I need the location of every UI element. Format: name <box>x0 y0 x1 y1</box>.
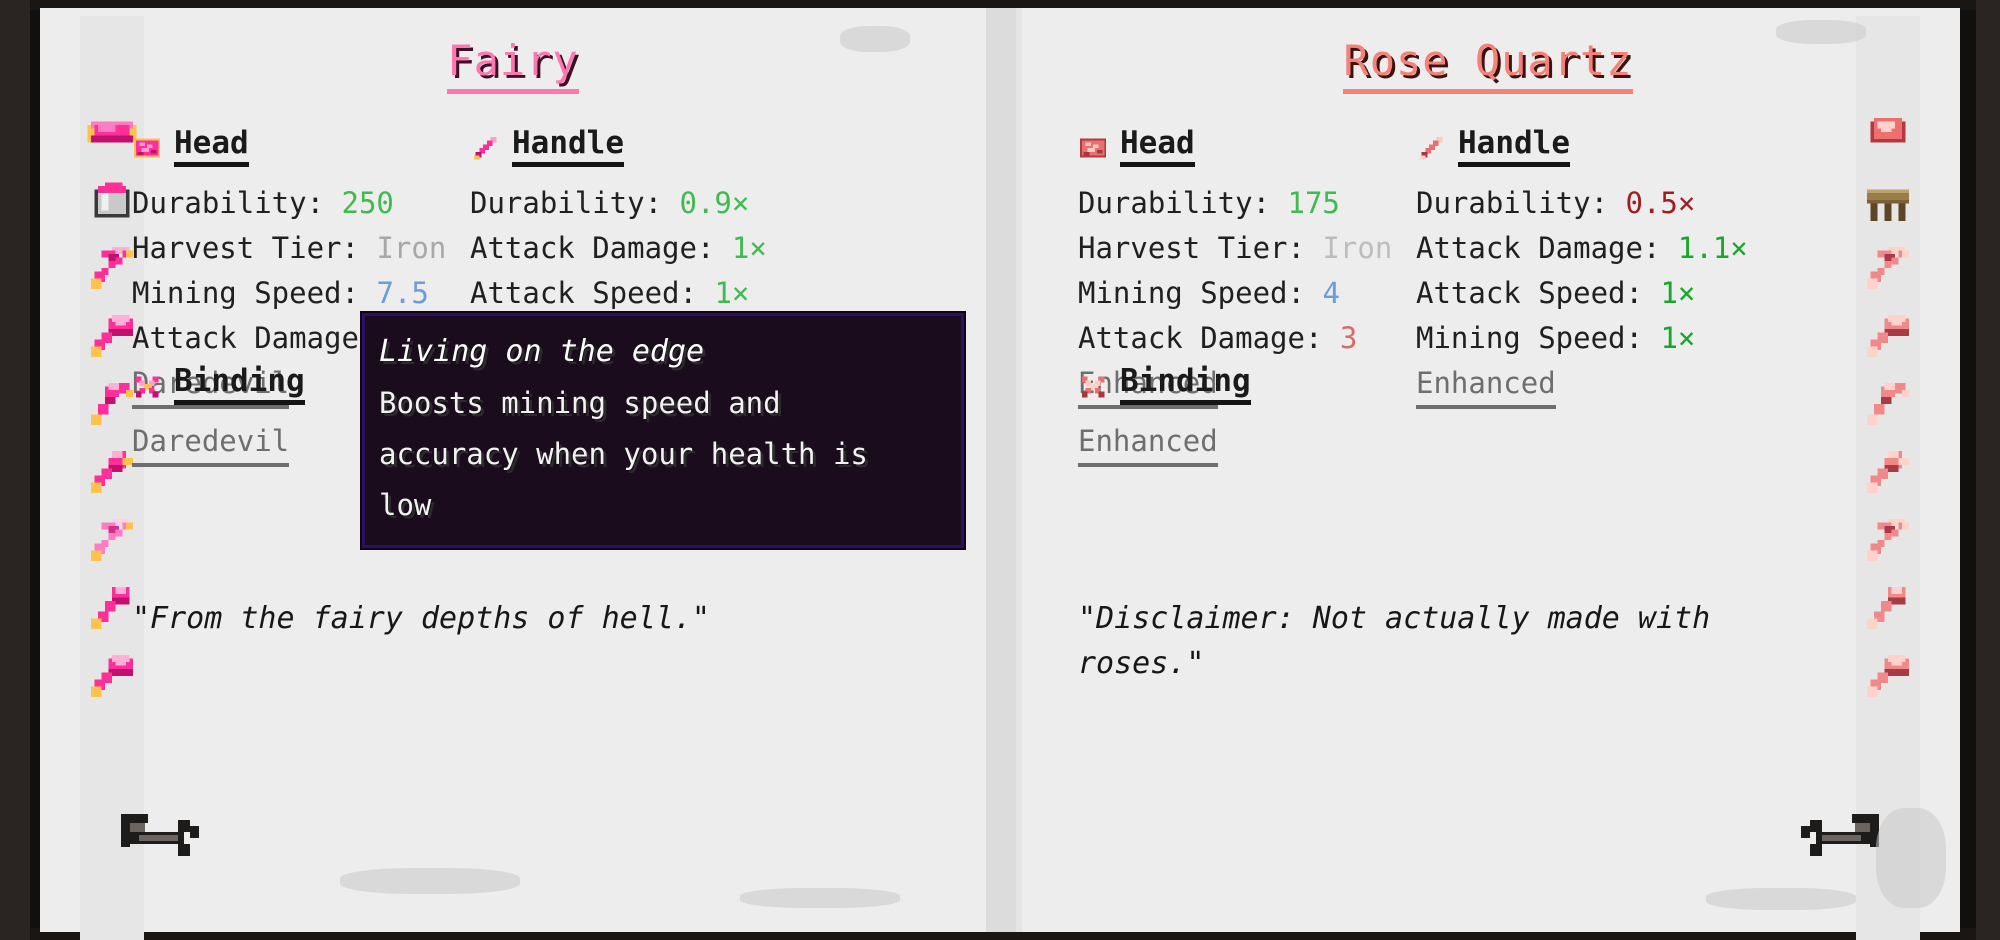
book-frame-left <box>0 0 30 940</box>
page-title-text: Fairy <box>447 36 579 94</box>
binding-icon <box>1078 371 1108 401</box>
stat-row: Attack Damage: 1.1× <box>1416 226 1748 271</box>
stat-label: Durability: <box>1078 186 1288 220</box>
stat-value: 0.9× <box>679 186 750 220</box>
part-column-handle: Handle Durability: 0.5× Attack Damage: 1.1… <box>1416 128 1748 409</box>
stat-value: 3 <box>1339 321 1358 355</box>
trait-name[interactable]: Enhanced <box>1078 419 1218 467</box>
stat-label: Attack Damage: <box>1078 321 1340 355</box>
stat-label: Harvest Tier: <box>1078 231 1323 265</box>
next-page-arrow[interactable] <box>1792 802 1888 862</box>
tool-handle-icon <box>1416 133 1446 163</box>
binding-header: Binding <box>132 366 305 405</box>
stat-value: Iron <box>376 231 447 265</box>
page-fold-left <box>978 8 986 932</box>
stat-label: Mining Speed: <box>1078 276 1323 310</box>
paper-smudge <box>1876 808 1946 908</box>
part-title: Head <box>1120 128 1195 167</box>
tooltip-title: Living on the edge <box>379 334 705 369</box>
stat-row: Attack Damage: 1× <box>470 226 802 271</box>
stat-value: 175 <box>1287 186 1340 220</box>
binding-section: Binding Daredevil <box>132 366 305 467</box>
stat-value: 1.1× <box>1677 231 1748 265</box>
page-title-text: Rose Quartz <box>1343 36 1633 94</box>
trait-tooltip: Living on the edge Boosts mining speed a… <box>360 311 966 550</box>
stat-label: Attack Damage: <box>132 321 394 355</box>
stat-row: Attack Damage: 3 <box>1078 316 1392 361</box>
trait-row: Enhanced <box>1416 361 1748 409</box>
stat-row: Harvest Tier: Iron <box>1078 226 1392 271</box>
stat-value: 0.5× <box>1625 186 1696 220</box>
stat-value: 1× <box>714 276 750 310</box>
stat-row: Durability: 175 <box>1078 181 1392 226</box>
stat-label: Mining Speed: <box>132 276 377 310</box>
book-frame-right <box>1976 0 2000 940</box>
stat-value: 1× <box>731 231 767 265</box>
binding-section: Binding Enhanced <box>1078 366 1251 467</box>
binding-title: Binding <box>174 366 305 405</box>
stat-label: Mining Speed: <box>1416 321 1661 355</box>
part-header: Head <box>1078 128 1392 167</box>
part-title: Handle <box>512 128 624 167</box>
stat-value: 1× <box>1660 276 1696 310</box>
part-header: Handle <box>1416 128 1748 167</box>
stat-label: Attack Speed: <box>1416 276 1661 310</box>
stat-value: Iron <box>1322 231 1393 265</box>
tooltip-line: accuracy when your health is <box>379 437 868 471</box>
stat-row: Durability: 0.9× <box>470 181 802 226</box>
stat-row: Attack Speed: 1× <box>1416 271 1748 316</box>
stat-label: Harvest Tier: <box>132 231 377 265</box>
stat-row: Mining Speed: 7.5 <box>132 271 446 316</box>
tool-head-icon <box>1078 133 1108 163</box>
trait-name[interactable]: Daredevil <box>132 419 290 467</box>
part-header: Head <box>132 128 446 167</box>
material-book: Fairy Head Durability: 250 Harvest Tier: Ir… <box>0 0 2000 940</box>
stat-row: Durability: 250 <box>132 181 446 226</box>
tooltip-line: low <box>379 488 432 522</box>
paper-smudge <box>840 26 910 52</box>
stat-row: Mining Speed: 4 <box>1078 271 1392 316</box>
stat-value: 4 <box>1322 276 1340 310</box>
flavor-text: "Disclaimer: Not actually made with roses… <box>1078 596 1878 686</box>
book-spine <box>986 8 1016 932</box>
stat-label: Attack Damage: <box>470 231 732 265</box>
stat-row: Harvest Tier: Iron <box>132 226 446 271</box>
trait-name[interactable]: Enhanced <box>1416 361 1556 409</box>
paper-smudge <box>740 888 900 908</box>
stat-label: Attack Speed: <box>470 276 715 310</box>
paper-smudge <box>340 868 520 894</box>
book-page-right: Rose Quartz Head Durability: 175 Harvest Ti… <box>1016 8 1960 940</box>
stat-value: 7.5 <box>376 276 429 310</box>
stat-label: Durability: <box>132 186 342 220</box>
trait-row: Daredevil <box>132 419 305 467</box>
previous-page-arrow[interactable] <box>112 802 208 862</box>
stat-label: Durability: <box>470 186 680 220</box>
stat-row: Attack Speed: 1× <box>470 271 802 316</box>
tool-handle-icon <box>470 133 500 163</box>
flavor-line: roses." <box>1078 646 1205 681</box>
stat-label: Durability: <box>1416 186 1626 220</box>
part-header: Handle <box>470 128 802 167</box>
flavor-line: "From the fairy depths of hell." <box>132 601 710 636</box>
tooltip-line: Boosts mining speed and <box>379 386 781 420</box>
paper-smudge <box>1776 20 1866 44</box>
stat-row: Durability: 0.5× <box>1416 181 1748 226</box>
part-title: Head <box>174 128 249 167</box>
stat-row: Mining Speed: 1× <box>1416 316 1748 361</box>
part-title: Handle <box>1458 128 1570 167</box>
stat-label: Attack Damage: <box>1416 231 1678 265</box>
stat-value: 1× <box>1660 321 1696 355</box>
stat-value: 250 <box>341 186 394 220</box>
tool-head-icon <box>132 133 162 163</box>
binding-icon <box>132 371 162 401</box>
tooltip-body: Boosts mining speed and accuracy when you… <box>379 378 947 531</box>
flavor-line: "Disclaimer: Not actually made with <box>1078 601 1711 636</box>
page-fold-right <box>1016 8 1022 932</box>
paper-smudge <box>1706 888 1856 910</box>
flavor-text: "From the fairy depths of hell." <box>132 596 912 641</box>
binding-title: Binding <box>1120 366 1251 405</box>
trait-row: Enhanced <box>1078 419 1251 467</box>
page-content-right: Rose Quartz Head Durability: 175 Harvest Ti… <box>1016 8 1960 932</box>
binding-header: Binding <box>1078 366 1251 405</box>
